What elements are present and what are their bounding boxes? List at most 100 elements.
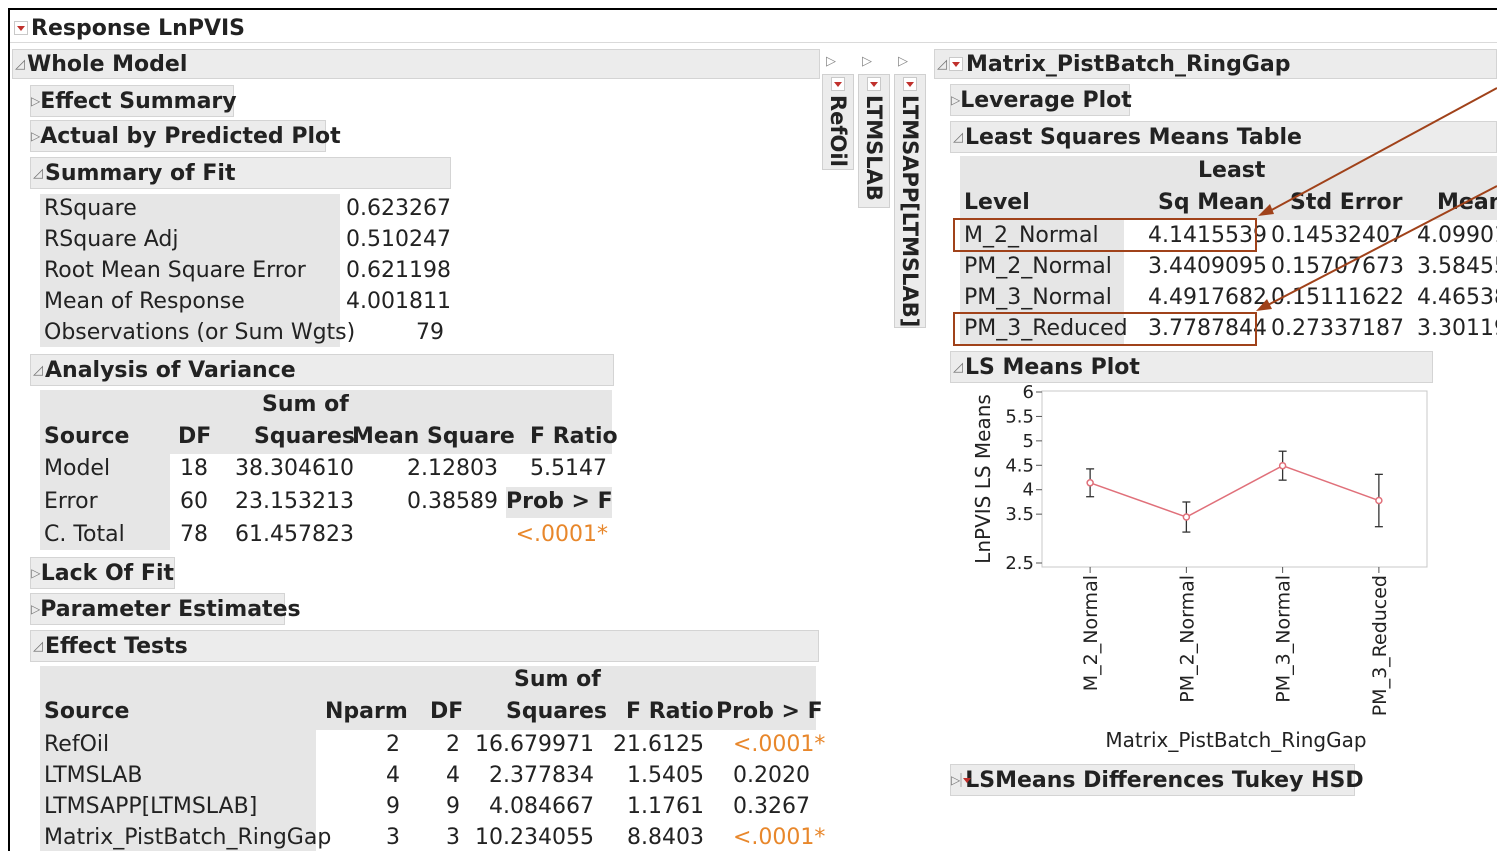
effect-f: 1.5405	[627, 763, 704, 788]
anova-title: Analysis of Variance	[45, 357, 296, 383]
fit-value: 0.510247	[346, 227, 451, 252]
ls-means-plot-title: LS Means Plot	[965, 354, 1140, 380]
effect-tests-title: Effect Tests	[45, 633, 188, 659]
anova-ss: 23.153213	[235, 489, 354, 514]
lsm-mean: 4.46538	[1417, 285, 1497, 310]
matrix-title: Matrix_PistBatch_RingGap	[966, 51, 1291, 77]
matrix-header[interactable]: ◿ Matrix_PistBatch_RingGap	[934, 49, 1497, 79]
disclosure-open-icon[interactable]: ◿	[31, 363, 45, 378]
disclosure-closed-icon[interactable]: ▷	[898, 54, 908, 69]
red-triangle-menu-icon[interactable]	[903, 77, 917, 91]
lack-of-fit-header[interactable]: ▷ Lack Of Fit	[30, 557, 175, 589]
anova-header[interactable]: ◿ Analysis of Variance	[30, 354, 614, 386]
anova-df: 60	[180, 489, 208, 514]
disclosure-open-icon[interactable]: ◿	[951, 130, 965, 145]
side-tab-ltmslab[interactable]: LTMSLAB	[858, 74, 890, 208]
anova-source: C. Total	[44, 522, 125, 547]
disclosure-open-icon[interactable]: ◿	[31, 639, 45, 654]
summary-of-fit-header[interactable]: ◿ Summary of Fit	[30, 157, 451, 189]
effect-source: Matrix_PistBatch_RingGap	[44, 825, 332, 850]
effect-f: 1.1761	[627, 794, 704, 819]
anova-source: Error	[44, 489, 98, 514]
effect-p: 0.2020	[733, 763, 810, 788]
effect-ss: 10.234055	[475, 825, 594, 850]
anova-col-ss-top: Sum of	[262, 392, 349, 417]
disclosure-closed-icon[interactable]: ▷	[31, 566, 41, 580]
lsm-se: 0.15707673	[1271, 254, 1404, 279]
lsm-table-header[interactable]: ◿ Least Squares Means Table	[950, 121, 1497, 153]
effect-df: 4	[446, 763, 460, 788]
effect-p: <.0001*	[733, 732, 826, 757]
anova-f: 5.5147	[530, 456, 607, 481]
actual-by-predicted-title: Actual by Predicted Plot	[40, 123, 341, 149]
lsm-mean: 3.58455	[1417, 254, 1497, 279]
effect-nparm: 2	[386, 732, 400, 757]
effect-col-f: F Ratio	[626, 699, 714, 724]
lsmeans-diff-header[interactable]: ▷ LSMeans Differences Tukey HSD	[950, 764, 1364, 796]
effect-source: LTMSLAB	[44, 763, 143, 788]
lack-of-fit-title: Lack Of Fit	[40, 560, 174, 586]
effect-source: RefOil	[44, 732, 110, 757]
anova-prob-label: Prob > F	[506, 489, 613, 514]
anova-col-df: DF	[178, 424, 212, 449]
effect-summary-header[interactable]: ▷ Effect Summary	[30, 85, 237, 117]
anova-df: 78	[180, 522, 208, 547]
side-tab-ltmsapp[interactable]: LTMSAPP[LTMSLAB]	[894, 74, 926, 328]
disclosure-closed-icon[interactable]: ▷	[951, 93, 960, 107]
effect-df: 2	[446, 732, 460, 757]
fit-label: RSquare Adj	[44, 227, 179, 252]
lsm-col-lsm: Sq Mean	[1158, 190, 1265, 215]
disclosure-open-icon[interactable]: ◿	[13, 57, 27, 72]
effect-f: 21.6125	[613, 732, 704, 757]
summary-of-fit-title: Summary of Fit	[45, 160, 236, 186]
disclosure-closed-icon[interactable]: ▷	[31, 602, 40, 616]
anova-col-ss: Squares	[254, 424, 355, 449]
effect-tests-header[interactable]: ◿ Effect Tests	[30, 630, 819, 662]
actual-by-predicted-header[interactable]: ▷ Actual by Predicted Plot	[30, 120, 341, 152]
lsm-value: 3.4409095	[1148, 254, 1267, 279]
anova-ms: 2.12803	[407, 456, 498, 481]
lsm-level: PM_3_Normal	[964, 285, 1112, 310]
disclosure-closed-icon[interactable]: ▷	[951, 773, 960, 787]
anova-col-f: F Ratio	[530, 424, 618, 449]
anova-col-ms: Mean Square	[352, 424, 515, 449]
divider	[10, 42, 1497, 43]
disclosure-closed-icon[interactable]: ▷	[31, 94, 40, 108]
disclosure-open-icon[interactable]: ◿	[31, 166, 45, 181]
effect-f: 8.8403	[627, 825, 704, 850]
disclosure-closed-icon[interactable]: ▷	[826, 54, 836, 69]
lsm-col-mean: Mean	[1437, 190, 1497, 215]
ls-means-plot-header[interactable]: ◿ LS Means Plot	[950, 351, 1433, 383]
red-triangle-menu-icon[interactable]	[831, 77, 845, 91]
disclosure-open-icon[interactable]: ◿	[951, 360, 965, 375]
effect-p: <.0001*	[733, 825, 826, 850]
red-triangle-menu-icon[interactable]	[14, 21, 28, 35]
red-triangle-menu-icon[interactable]	[960, 773, 972, 787]
effect-nparm: 3	[386, 825, 400, 850]
effect-col-nparm: Nparm	[325, 699, 408, 724]
fit-value: 79	[416, 320, 444, 345]
fit-label: Mean of Response	[44, 289, 245, 314]
disclosure-closed-icon[interactable]: ▷	[862, 54, 872, 69]
response-header[interactable]: Response LnPVIS	[14, 14, 245, 42]
parameter-estimates-header[interactable]: ▷ Parameter Estimates	[30, 593, 301, 625]
red-triangle-menu-icon[interactable]	[949, 57, 963, 71]
effect-nparm: 4	[386, 763, 400, 788]
anova-source: Model	[44, 456, 111, 481]
fit-label: Observations (or Sum Wgts)	[44, 320, 356, 345]
leverage-plot-header[interactable]: ▷ Leverage Plot	[950, 84, 1132, 116]
effect-col-df: DF	[430, 699, 464, 724]
lsm-mean: 4.09901	[1417, 223, 1497, 248]
whole-model-header[interactable]: ◿ Whole Model	[12, 49, 820, 79]
effect-ss: 4.084667	[489, 794, 594, 819]
red-triangle-menu-icon[interactable]	[867, 77, 881, 91]
side-tab-label: RefOil	[826, 95, 850, 167]
lsm-mean: 3.30119	[1417, 316, 1497, 341]
disclosure-closed-icon[interactable]: ▷	[31, 129, 40, 143]
side-tab-refoil[interactable]: RefOil	[822, 74, 854, 170]
anova-ss: 61.457823	[235, 522, 354, 547]
effect-col-ss: Squares	[506, 699, 607, 724]
disclosure-open-icon[interactable]: ◿	[935, 57, 949, 72]
lsm-se: 0.14532407	[1271, 223, 1404, 248]
effect-nparm: 9	[386, 794, 400, 819]
